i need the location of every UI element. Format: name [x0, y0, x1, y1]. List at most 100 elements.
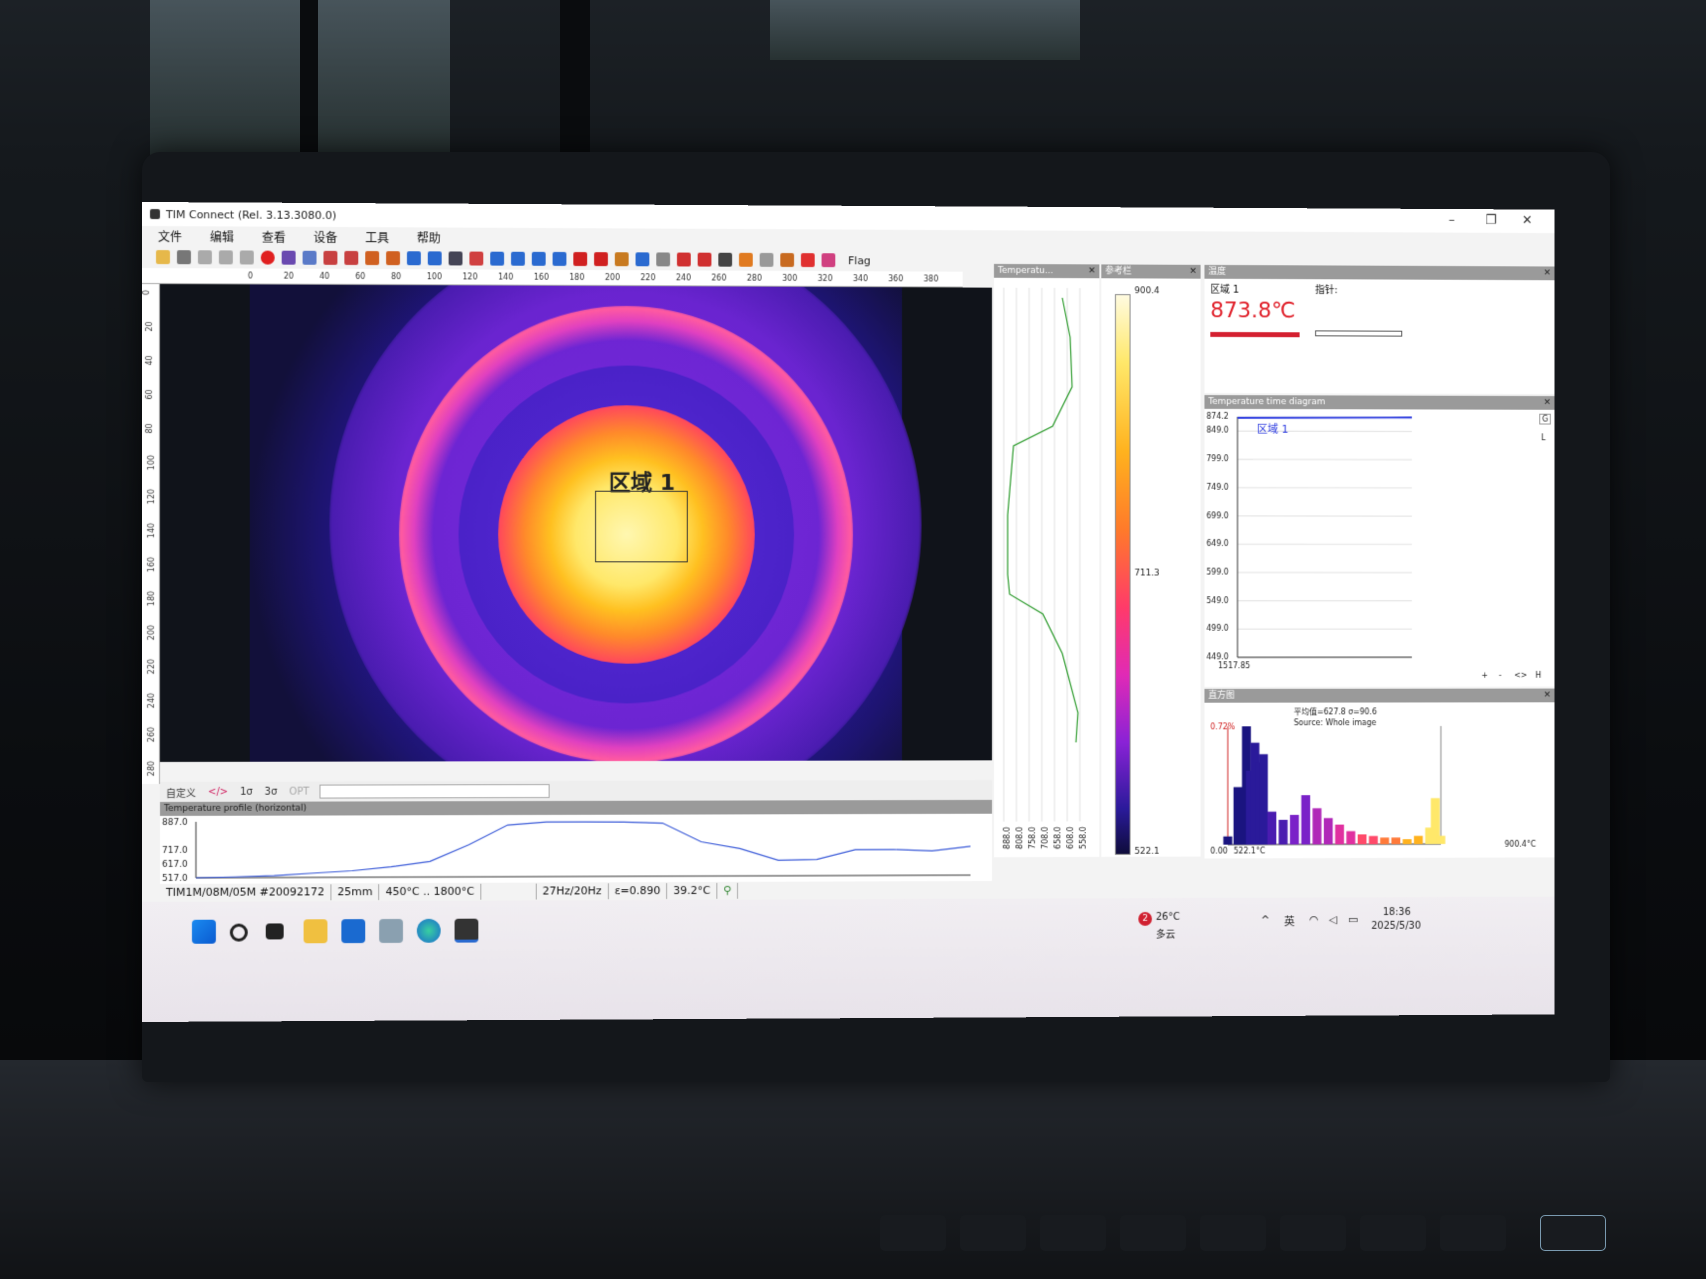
keyboard-key: [1040, 1215, 1106, 1251]
layout-icon[interactable]: [344, 250, 359, 265]
trend-icon[interactable]: [531, 251, 546, 266]
close-icon[interactable]: ✕: [1189, 265, 1196, 279]
menu-tools[interactable]: 工具: [365, 229, 389, 246]
windows-taskbar: 2 26°C 多云 ^ 英 ◠ ◁ ▭ 18:36 2025/5/30: [142, 896, 1555, 1022]
ttd-side-g[interactable]: G: [1539, 413, 1552, 425]
tools-icon[interactable]: [718, 252, 733, 267]
grid-icon[interactable]: [656, 252, 671, 267]
tab-opt[interactable]: OPT: [289, 786, 309, 797]
histogram-header: 直方图 ✕: [1204, 688, 1555, 703]
outlook-icon[interactable]: [341, 919, 366, 944]
record-icon[interactable]: [260, 250, 275, 265]
image-scrollbar[interactable]: [319, 784, 550, 799]
close-icon[interactable]: ✕: [1544, 266, 1551, 280]
menu-view[interactable]: 查看: [262, 228, 286, 245]
bars-icon[interactable]: [697, 252, 712, 267]
ttd-hold[interactable]: H: [1535, 671, 1541, 680]
weather-desc[interactable]: 多云: [1156, 926, 1175, 941]
ruler-h-tick: 100: [426, 272, 442, 282]
clock-time[interactable]: 18:36: [1383, 907, 1411, 918]
numbers-icon[interactable]: [552, 251, 567, 266]
close-icon[interactable]: ✕: [1522, 213, 1533, 228]
menu-file[interactable]: 文件: [158, 228, 182, 245]
start-icon[interactable]: [191, 919, 216, 944]
settings-icon[interactable]: [780, 253, 795, 267]
hand-icon[interactable]: [614, 252, 629, 267]
temperature-level-bar: [1210, 331, 1300, 338]
tim-connect-icon[interactable]: [454, 918, 479, 943]
flag-button[interactable]: Flag: [848, 254, 871, 267]
ttd-zoom-in[interactable]: +: [1481, 671, 1487, 680]
camera-icon[interactable]: [281, 250, 296, 265]
copy-icon[interactable]: [302, 250, 317, 265]
play-icon[interactable]: [197, 250, 212, 265]
ttd-title: Temperature time diagram: [1208, 397, 1326, 408]
hotspot-icon[interactable]: [469, 251, 484, 266]
save-icon[interactable]: [176, 250, 191, 265]
minimize-icon[interactable]: –: [1449, 213, 1455, 228]
zone-temperature-value: 873.8℃: [1210, 298, 1296, 324]
status-range: 450°C .. 1800°C: [379, 883, 482, 901]
weather-temp[interactable]: 26°C: [1156, 912, 1180, 923]
tab-3sigma[interactable]: 3σ: [265, 786, 278, 797]
pause-icon[interactable]: [218, 250, 233, 265]
tab-custom[interactable]: 自定义: [166, 784, 196, 799]
tray-chevron-up-icon[interactable]: ^: [1261, 913, 1270, 926]
close-icon[interactable]: ✕: [1088, 264, 1095, 278]
wifi-icon[interactable]: ◠: [1309, 913, 1318, 926]
colorbar-icon[interactable]: [738, 252, 753, 267]
ime-indicator[interactable]: 英: [1284, 913, 1295, 929]
volume-icon[interactable]: ◁: [1329, 913, 1337, 926]
line-icon[interactable]: [573, 252, 588, 267]
keyboard-key: [1200, 1215, 1266, 1251]
ttd-y-tick: 699.0: [1206, 510, 1229, 520]
histogram-x-max: 900.4°C: [1504, 839, 1536, 849]
close-icon[interactable]: ✕: [1544, 396, 1551, 410]
battery-icon[interactable]: ▭: [1348, 913, 1358, 926]
app-icon: [149, 209, 160, 220]
thermal-image[interactable]: 区域 1: [159, 284, 993, 762]
palette-icon[interactable]: [386, 251, 400, 266]
layout-icon[interactable]: [323, 250, 338, 265]
chart-icon[interactable]: [406, 251, 421, 266]
colorbar-gradient[interactable]: [1114, 294, 1131, 855]
profile-icon[interactable]: [511, 251, 525, 266]
stop-icon[interactable]: [239, 250, 254, 265]
profile-x-axis: [196, 875, 971, 878]
profile-icon[interactable]: [490, 251, 505, 266]
edge-icon[interactable]: [416, 918, 441, 943]
export-icon[interactable]: [821, 253, 836, 268]
menu-edit[interactable]: 编辑: [210, 228, 234, 245]
tab-code[interactable]: </>: [208, 786, 228, 797]
ttd-fit[interactable]: <>: [1514, 671, 1527, 680]
clock-date[interactable]: 2025/5/30: [1371, 921, 1421, 932]
close-icon[interactable]: ✕: [1544, 689, 1551, 703]
task-view-icon[interactable]: [265, 923, 284, 940]
histogram-icon[interactable]: [427, 251, 442, 266]
ttd-y-tick: 799.0: [1206, 454, 1229, 464]
ruler-v-tick: 160: [147, 556, 157, 573]
app-icon[interactable]: [379, 918, 403, 943]
menu-help[interactable]: 帮助: [417, 229, 441, 246]
ttd-zoom-out[interactable]: -: [1499, 671, 1502, 680]
tab-1sigma[interactable]: 1σ: [240, 786, 253, 797]
ttd-y-tick: 499.0: [1206, 624, 1229, 634]
ruler-h-tick: 40: [319, 271, 330, 281]
open-folder-icon[interactable]: [155, 250, 170, 265]
fit-icon[interactable]: [635, 252, 650, 267]
alarm-icon[interactable]: [800, 253, 815, 268]
measurement-zone-rectangle[interactable]: [595, 490, 688, 563]
file-explorer-icon[interactable]: [303, 919, 328, 944]
keyboard-key: [960, 1215, 1026, 1251]
binoculars-icon[interactable]: [448, 251, 463, 266]
search-icon[interactable]: [229, 923, 248, 942]
restore-icon[interactable]: ❐: [1485, 213, 1496, 228]
measure-icon[interactable]: [594, 252, 608, 267]
ruler-v-tick: 280: [147, 760, 157, 777]
menu-device[interactable]: 设备: [314, 228, 338, 245]
palette-icon[interactable]: [365, 251, 380, 266]
bars-icon[interactable]: [676, 252, 691, 267]
ttd-side-l[interactable]: L: [1541, 433, 1545, 442]
vprofile-x-tick: 888.0: [1002, 826, 1012, 850]
filter-icon[interactable]: [759, 252, 774, 267]
